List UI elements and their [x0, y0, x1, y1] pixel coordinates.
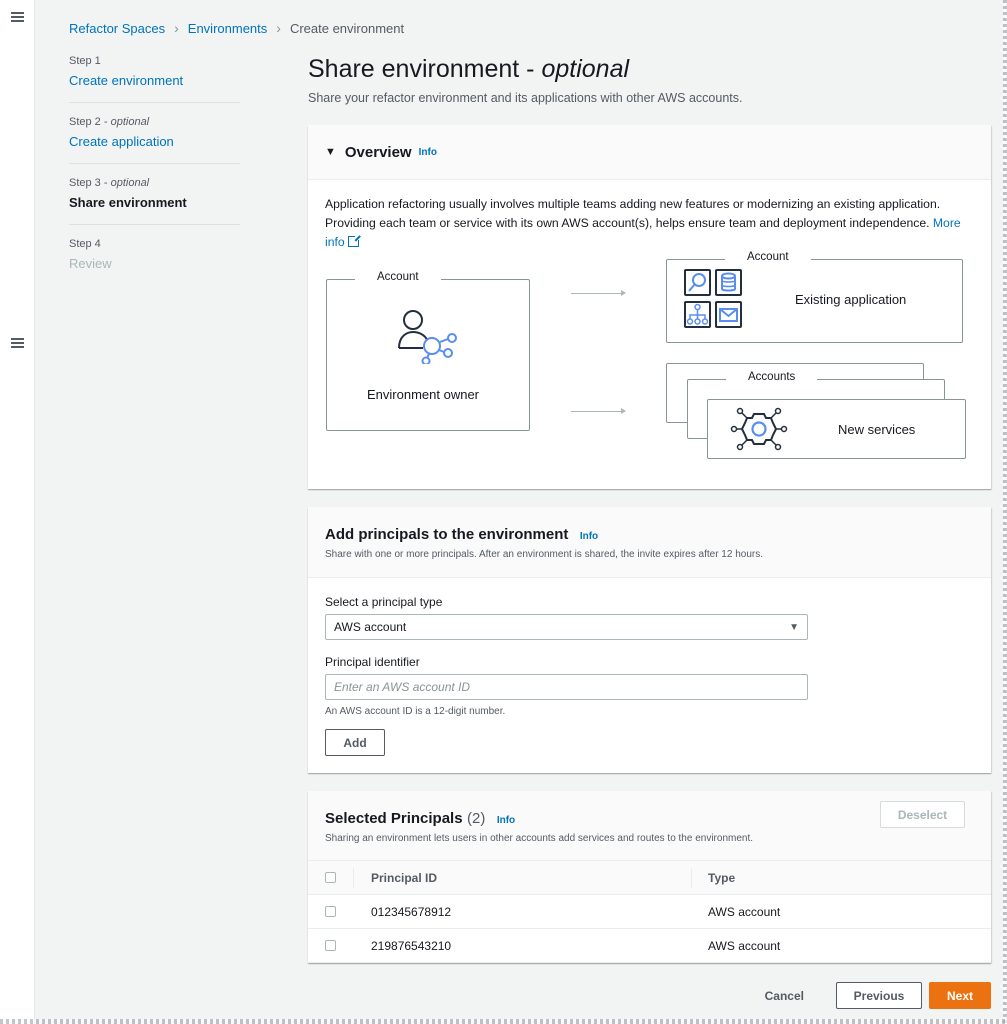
hierarchy-icon [684, 301, 711, 328]
deselect-button[interactable]: Deselect [880, 801, 965, 828]
accounts-label: Accounts [726, 371, 818, 383]
principals-table: Principal ID Type 012345678912 AWS accou… [308, 861, 991, 963]
left-navigation-rail [0, 0, 35, 1024]
row-checkbox[interactable] [325, 940, 336, 951]
wizard-footer: Cancel Previous Next [759, 982, 991, 1009]
selected-principals-header: Selected Principals (2) Info Sharing an … [308, 791, 991, 861]
wizard-steps: Step 1 Create environment Step 2 - optio… [69, 55, 240, 298]
existing-application-text: Existing application [795, 292, 907, 307]
overview-title: Overview [344, 143, 412, 161]
overview-description: Application refactoring usually involves… [325, 197, 961, 249]
principal-id-cell: 219876543210 [371, 938, 452, 953]
step-number: Step 2 - optional [69, 116, 150, 128]
add-principals-description: Share with one or more principals. After… [325, 549, 764, 560]
selected-principals-info-link[interactable]: Info [497, 815, 515, 826]
torn-edge-decoration [1003, 0, 1007, 1024]
search-icon [684, 269, 711, 296]
selected-principals-count: (2) [467, 810, 486, 827]
breadcrumb-environments[interactable]: Environments [188, 21, 267, 36]
environment-owner-icon [398, 310, 457, 364]
principal-type-label: Select a principal type [325, 595, 443, 609]
add-principals-panel: Add principals to the environment Info S… [308, 507, 991, 773]
breadcrumb-refactor-spaces[interactable]: Refactor Spaces [69, 21, 165, 36]
environment-owner-text: Environment owner [367, 387, 479, 402]
architecture-diagram: Account Environment owner Account Existi… [308, 245, 991, 485]
add-button[interactable]: Add [325, 729, 385, 756]
menu-icon[interactable] [11, 338, 24, 348]
database-icon [715, 269, 742, 296]
column-header-type[interactable]: Type [692, 871, 735, 885]
step-number: Step 1 [69, 55, 101, 67]
overview-info-link[interactable]: Info [419, 147, 437, 158]
account-label: Account [725, 251, 811, 263]
wizard-step-2: Step 2 - optional Create application [69, 116, 240, 164]
principal-id-cell: 012345678912 [371, 904, 452, 919]
arrow-right-icon [571, 408, 626, 414]
select-all-checkbox[interactable] [325, 872, 336, 883]
chevron-right-icon: › [174, 20, 179, 36]
principal-identifier-input[interactable] [325, 674, 808, 700]
add-principals-title: Add principals to the environment [325, 526, 569, 543]
account-label: Account [355, 271, 441, 283]
add-principals-info-link[interactable]: Info [580, 531, 598, 542]
step-current-share-environment: Share environment [69, 195, 187, 210]
selected-principals-panel: Selected Principals (2) Info Sharing an … [308, 791, 991, 963]
new-services-box: New services [707, 399, 966, 459]
column-header-principal-id[interactable]: Principal ID [354, 867, 692, 888]
step-link-create-environment[interactable]: Create environment [69, 73, 240, 88]
principal-type-cell: AWS account [708, 904, 781, 919]
step-link-create-application[interactable]: Create application [69, 134, 240, 149]
chevron-right-icon: › [276, 20, 281, 36]
mail-icon [715, 301, 742, 328]
add-principals-header: Add principals to the environment Info S… [308, 507, 991, 578]
page-subtitle: Share your refactor environment and its … [308, 91, 743, 105]
wizard-step-1: Step 1 Create environment [69, 55, 240, 103]
breadcrumb-current: Create environment [289, 20, 405, 36]
gear-network-icon [730, 407, 788, 451]
wizard-step-4: Step 4 Review [69, 238, 240, 285]
table-row[interactable]: 012345678912 AWS account [308, 895, 991, 929]
cancel-button[interactable]: Cancel [759, 988, 810, 1004]
step-number: Step 3 - optional [69, 177, 150, 189]
breadcrumb: Refactor Spaces › Environments › Create … [69, 20, 404, 36]
torn-edge-decoration [0, 1019, 1007, 1024]
principal-identifier-hint: An AWS account ID is a 12-digit number. [325, 706, 506, 717]
selected-principals-title: Selected Principals [325, 810, 463, 827]
wizard-step-3: Step 3 - optional Share environment [69, 177, 240, 225]
principal-identifier-label: Principal identifier [325, 655, 420, 669]
caret-down-icon[interactable]: ▼ [325, 146, 336, 158]
existing-application-box: Account Existing application [666, 251, 963, 343]
step-number: Step 4 [69, 238, 101, 250]
row-checkbox[interactable] [325, 906, 336, 917]
selected-principals-description: Sharing an environment lets users in oth… [325, 833, 754, 844]
step-review-disabled: Review [69, 256, 112, 271]
principal-type-value: AWS account [334, 620, 407, 634]
arrow-right-icon [571, 290, 626, 296]
table-row[interactable]: 219876543210 AWS account [308, 929, 991, 963]
next-button[interactable]: Next [929, 982, 991, 1009]
previous-button[interactable]: Previous [836, 982, 922, 1009]
menu-icon[interactable] [11, 12, 24, 22]
overview-header[interactable]: ▼ Overview Info [308, 125, 991, 180]
caret-down-icon: ▼ [789, 622, 799, 633]
table-header-row: Principal ID Type [308, 861, 991, 895]
principal-type-select[interactable]: AWS account ▼ [325, 614, 808, 640]
new-services-text: New services [838, 422, 916, 437]
page-title: Share environment - optional [308, 55, 630, 83]
overview-panel: ▼ Overview Info Application refactoring … [308, 125, 991, 489]
principal-type-cell: AWS account [708, 938, 781, 953]
environment-owner-box: Account Environment owner [326, 271, 530, 431]
